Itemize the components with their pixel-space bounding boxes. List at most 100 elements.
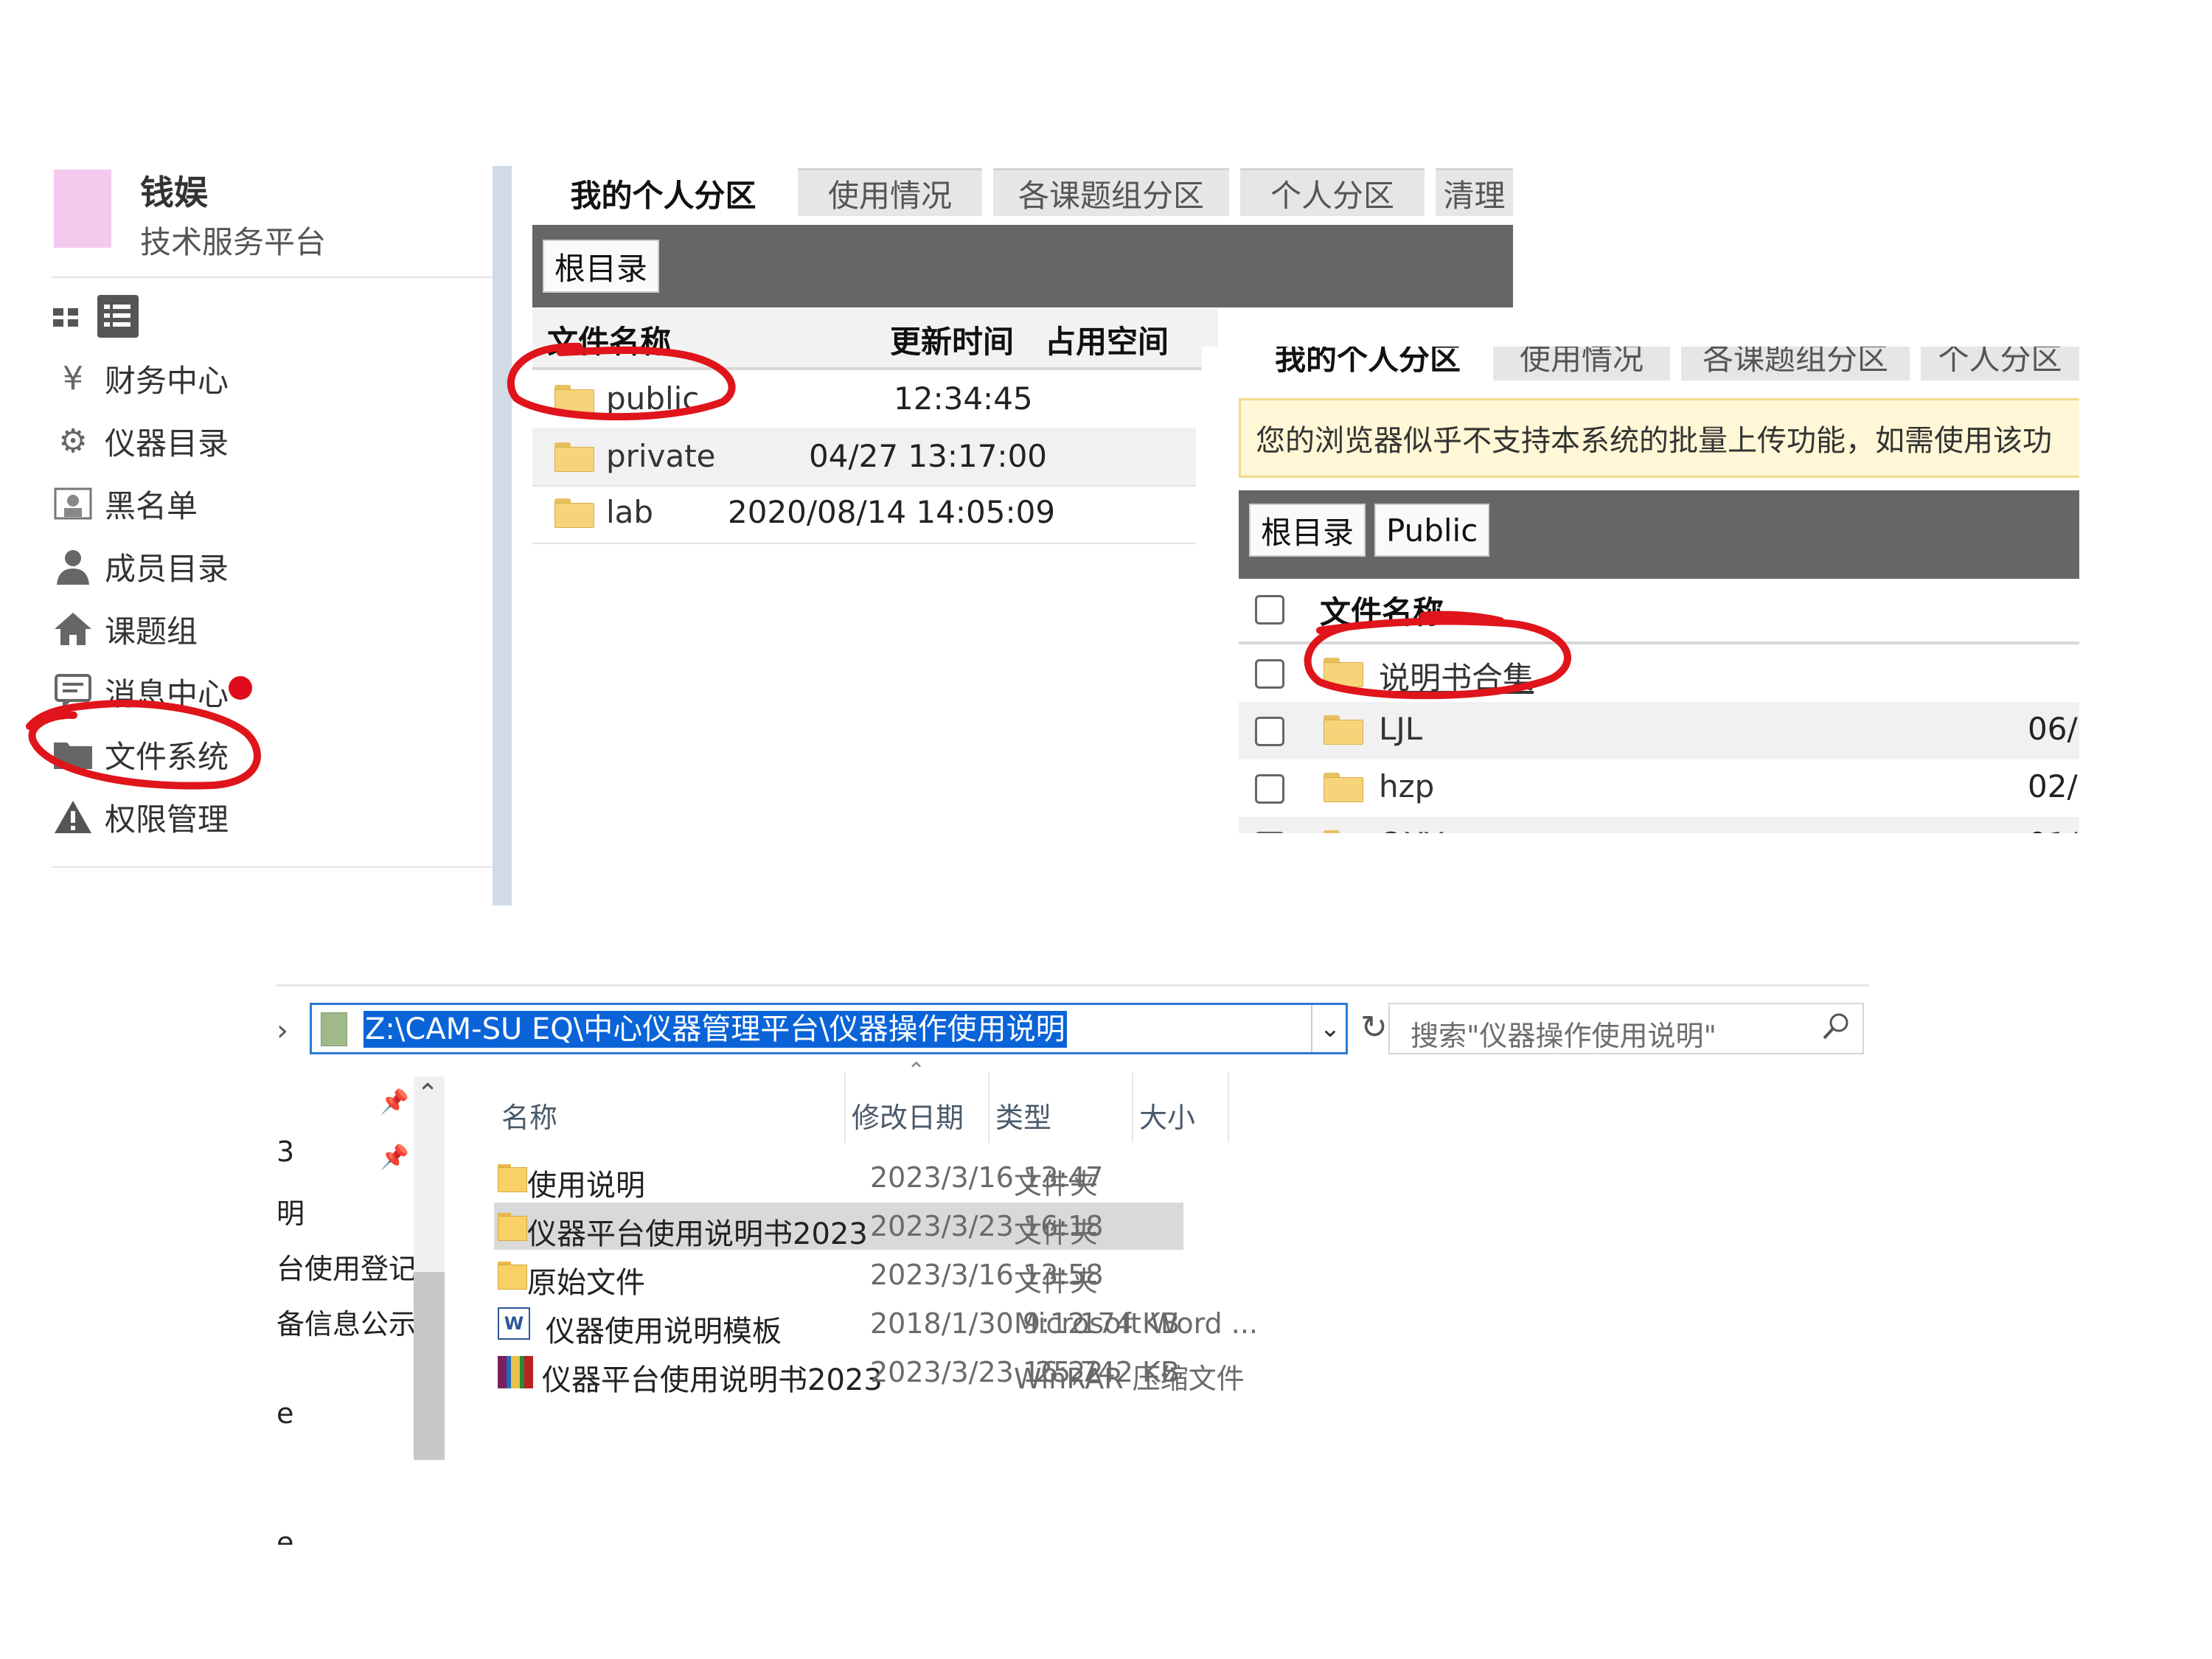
breadcrumb-public[interactable]: Public <box>1374 504 1490 557</box>
row-checkbox[interactable] <box>1255 774 1284 804</box>
file-row[interactable]: hzp 02/1 <box>1239 759 2079 817</box>
file-name-link[interactable]: lab <box>606 494 653 530</box>
file-name-link[interactable]: public <box>606 380 699 417</box>
folder-icon <box>554 385 594 414</box>
sidebar-item-permissions[interactable]: 权限管理 <box>52 791 465 843</box>
column-separator[interactable] <box>1132 1073 1133 1143</box>
file-name-link[interactable]: QXY <box>1379 826 1444 833</box>
tab-usage[interactable]: 使用情况 <box>1493 347 1670 380</box>
update-time: 06/2 <box>2028 711 2079 747</box>
folder-icon <box>554 498 594 528</box>
chevron-up-icon[interactable]: ⌃ <box>417 1079 439 1109</box>
winrar-archive-icon <box>498 1356 533 1388</box>
tab-usage[interactable]: 使用情况 <box>798 168 982 216</box>
sidebar-item-label: 文件系统 <box>105 738 229 775</box>
file-name[interactable]: 原始文件 <box>527 1259 645 1301</box>
update-time: 04/27 13:17:00 <box>809 438 1048 474</box>
platform-name: 技术服务平台 <box>140 224 327 260</box>
chevron-right-icon[interactable]: › <box>276 1014 288 1048</box>
column-separator[interactable] <box>844 1073 846 1143</box>
column-file-name[interactable]: 文件名称 <box>547 317 671 362</box>
file-row[interactable]: private 04/27 13:17:00 <box>532 428 1196 487</box>
user-icon <box>52 545 94 588</box>
select-all-checkbox[interactable] <box>1255 595 1284 625</box>
nav-pane-item[interactable]: 3 <box>276 1135 294 1168</box>
sidebar-item-finance[interactable]: ¥ 财务中心 <box>52 352 465 404</box>
column-name[interactable]: 名称 <box>501 1095 557 1135</box>
column-file-name[interactable]: 文件名称 <box>1320 588 1444 633</box>
sidebar-item-research-group[interactable]: 课题组 <box>52 603 465 655</box>
breadcrumb-root[interactable]: 根目录 <box>543 240 660 293</box>
address-bar[interactable]: Z:\CAM-SU EQ\中心仪器管理平台\仪器操作使用说明 ⌄ <box>310 1003 1348 1054</box>
file-row[interactable]: W 仪器使用说明模板 2018/1/30 9:12 Microsoft Word… <box>494 1300 1258 1350</box>
row-checkbox[interactable] <box>1255 717 1284 746</box>
pin-icon[interactable]: 📌 <box>380 1088 409 1116</box>
tab-group-partitions[interactable]: 各课题组分区 <box>993 168 1229 216</box>
sidebar-item-blacklist[interactable]: 黑名单 <box>52 478 465 529</box>
file-name-link[interactable]: LJL <box>1379 711 1422 747</box>
folder-icon <box>1324 773 1363 802</box>
file-name[interactable]: 仪器平台使用说明书2023 <box>542 1356 883 1399</box>
address-path[interactable]: Z:\CAM-SU EQ\中心仪器管理平台\仪器操作使用说明 <box>364 1011 1067 1048</box>
file-row[interactable]: lab 2020/08/14 14:05:09 <box>532 485 1196 544</box>
file-size: 174 KB <box>1079 1307 1180 1340</box>
tab-cleanup[interactable]: 清理 <box>1436 168 1513 216</box>
file-name-link[interactable]: private <box>606 438 716 474</box>
row-checkbox[interactable] <box>1255 659 1284 689</box>
breadcrumb-root[interactable]: 根目录 <box>1249 504 1366 557</box>
file-row[interactable]: public 12:34:45 <box>532 370 1196 429</box>
nav-pane-item[interactable]: 明 <box>276 1191 305 1231</box>
search-placeholder: 搜索"仪器操作使用说明" <box>1411 1020 1717 1052</box>
list-view-icon[interactable] <box>97 295 139 338</box>
sidebar-item-members[interactable]: 成员目录 <box>52 540 465 592</box>
file-name[interactable]: 仪器平台使用说明书2023 <box>527 1210 868 1253</box>
file-type: 文件夹 <box>1014 1168 1099 1200</box>
file-name-link[interactable]: hzp <box>1379 768 1434 804</box>
file-list-header: 文件名称 更新时间 占用空间 <box>532 308 1218 370</box>
nav-pane-item[interactable]: 备信息公示 <box>276 1301 417 1342</box>
file-name[interactable]: 仪器使用说明模板 <box>546 1307 782 1350</box>
column-type[interactable]: 类型 <box>995 1095 1051 1135</box>
sidebar-scrollbar[interactable] <box>493 166 512 905</box>
file-row[interactable]: LJL 06/2 <box>1239 702 2079 759</box>
message-icon <box>52 670 94 713</box>
column-separator[interactable] <box>988 1073 990 1143</box>
sidebar-item-instruments[interactable]: ⚙ 仪器目录 <box>52 415 465 467</box>
file-row[interactable]: 说明书合集 <box>1239 644 2079 702</box>
chevron-down-icon[interactable]: ⌄ <box>1311 1005 1348 1052</box>
tab-my-partition[interactable]: 我的个人分区 <box>543 168 783 216</box>
file-name[interactable]: 使用说明 <box>527 1161 645 1204</box>
file-row[interactable]: 使用说明 2023/3/16 13:47 文件夹 <box>494 1154 1183 1204</box>
nav-pane-item[interactable]: e <box>276 1397 293 1430</box>
folder-icon <box>1324 658 1363 687</box>
address-folder-icon <box>321 1012 347 1046</box>
folder-icon <box>498 1262 527 1290</box>
tab-personal-partitions[interactable]: 个人分区 <box>1921 347 2079 380</box>
tab-group-partitions[interactable]: 各课题组分区 <box>1681 347 1910 380</box>
tab-personal-partitions[interactable]: 个人分区 <box>1240 168 1425 216</box>
yen-icon: ¥ <box>63 359 83 397</box>
avatar[interactable] <box>54 170 111 248</box>
nav-pane-item[interactable]: e <box>276 1526 293 1545</box>
column-separator[interactable] <box>1228 1073 1229 1143</box>
column-space-used[interactable]: 占用空间 <box>1045 317 1169 362</box>
refresh-icon[interactable]: ↻ <box>1360 1009 1388 1046</box>
column-size[interactable]: 大小 <box>1139 1095 1195 1135</box>
scrollbar-thumb[interactable] <box>414 1272 445 1460</box>
search-icon[interactable] <box>1821 1012 1851 1048</box>
file-row[interactable]: QXY 01/2 <box>1239 817 2079 833</box>
column-date-modified[interactable]: 修改日期 <box>852 1095 964 1135</box>
file-row[interactable]: 仪器平台使用说明书2023 2023/3/23 16:18 文件夹 <box>494 1203 1183 1253</box>
tab-my-partition[interactable]: 我的个人分区 <box>1253 347 1482 380</box>
sidebar-item-messages[interactable]: 消息中心 <box>52 666 465 717</box>
sidebar-item-file-system[interactable]: 文件系统 <box>52 728 465 780</box>
row-checkbox[interactable] <box>1255 832 1284 833</box>
column-update-time[interactable]: 更新时间 <box>890 317 1014 362</box>
pin-icon[interactable]: 📌 <box>380 1143 409 1171</box>
file-row[interactable]: 原始文件 2023/3/16 13:58 文件夹 <box>494 1251 1183 1301</box>
file-row[interactable]: 仪器平台使用说明书2023 2023/3/23 16:22 WinRAR 压缩文… <box>494 1349 1245 1399</box>
grid-view-icon[interactable] <box>52 295 83 338</box>
search-input[interactable]: 搜索"仪器操作使用说明" <box>1388 1003 1864 1054</box>
file-type: 文件夹 <box>1014 1265 1099 1298</box>
file-name-link[interactable]: 说明书合集 <box>1379 653 1534 698</box>
